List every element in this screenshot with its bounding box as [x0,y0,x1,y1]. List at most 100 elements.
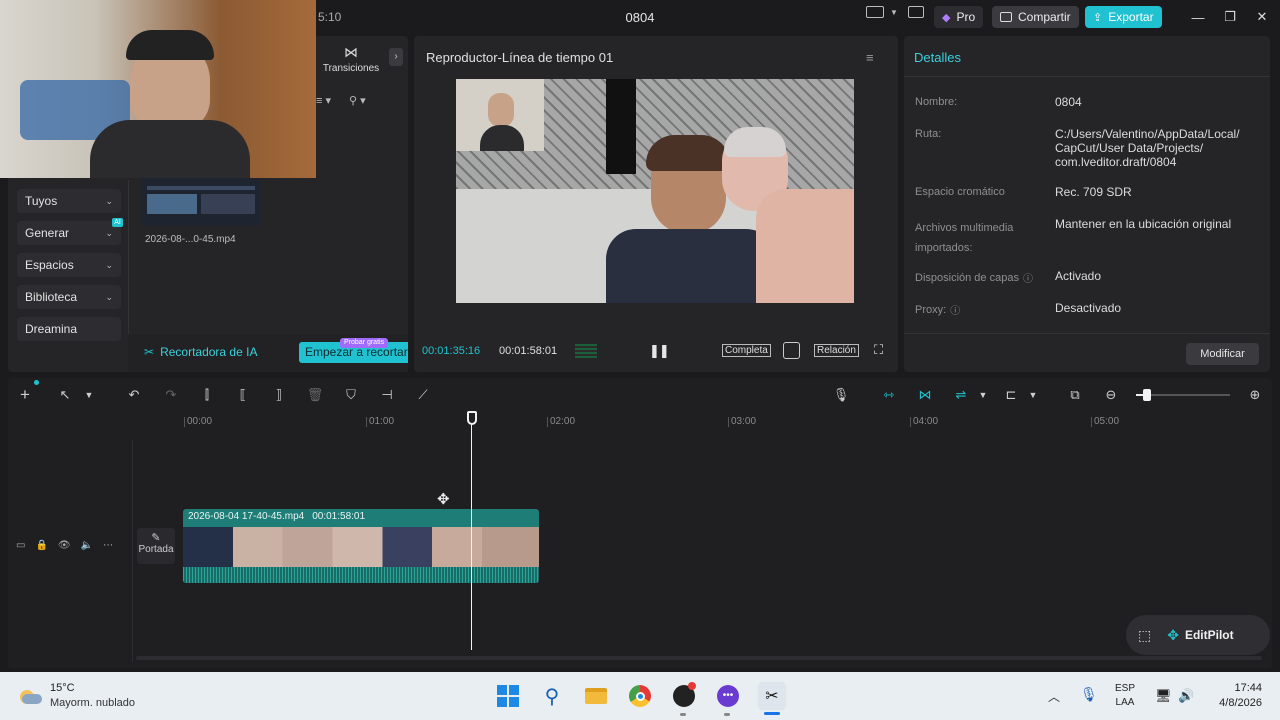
clock[interactable]: 17:44 4/8/2026 [1212,682,1262,709]
info-icon[interactable]: ⓘ [1023,270,1033,285]
chevron-down-icon[interactable]: ▼ [974,386,992,404]
export-button[interactable]: ⇪ Exportar [1085,6,1162,28]
split-right-icon[interactable]: ⟧ [270,386,288,404]
undo-icon[interactable]: ↶ [125,386,143,404]
sidebar-item-espacios[interactable]: Espacios ⌄ [17,253,121,277]
playhead-line[interactable] [471,424,472,650]
move-cursor-icon: ✥ [437,491,450,508]
select-cursor-icon[interactable]: ↖ [56,386,74,404]
filter-icon[interactable]: ⚲ ▾ [349,94,366,107]
search-icon[interactable]: ⚲ [538,682,566,710]
ruler-tick: 01:00 [365,416,395,427]
media-clip-thumbnail[interactable] [141,178,261,226]
fullscreen-icon[interactable]: ⛶ [874,342,883,358]
main-track-magnet-icon[interactable]: ⇿ [880,386,898,404]
language-indicator[interactable]: ESP LAA [1115,683,1135,708]
split-left-icon[interactable]: ⟦ [234,386,252,404]
magic-wand-icon[interactable]: ⟋ [414,386,432,404]
pro-button[interactable]: ◆ Pro [934,6,984,28]
upload-icon: ⇪ [1093,11,1103,24]
speaker-icon[interactable]: 🔈 [81,540,93,551]
lock-icon[interactable]: 🔒 [35,540,47,551]
add-track-icon[interactable]: + [16,385,34,404]
modify-button[interactable]: Modificar [1186,343,1259,365]
chevron-up-icon[interactable]: ︿ [1048,688,1060,705]
chevron-down-icon[interactable]: ▼ [890,8,898,17]
sidebar-item-dreamina[interactable]: Dreamina [17,317,121,341]
sidebar-item-label: Tuyos [25,194,58,208]
share-button[interactable]: Compartir [992,6,1079,28]
player-menu-icon[interactable]: ≡ [866,50,874,65]
track-cover-icon[interactable]: ▭ [16,540,25,551]
eye-icon[interactable]: 👁 [58,540,71,551]
screen-icon[interactable]: ⧉ [1066,386,1084,404]
tabs-scroll-right-icon[interactable]: › [389,48,403,66]
audio-meter-icon [575,344,597,358]
minimize-button[interactable]: — [1182,6,1214,28]
shortcuts-icon[interactable] [907,6,924,18]
chevron-down-icon[interactable]: ▼ [1024,386,1042,404]
editpilot-icon: ✥ [1167,626,1179,643]
microphone-tray-icon[interactable]: 🎙 [1080,686,1098,703]
file-explorer-icon[interactable] [582,682,610,710]
volume-icon[interactable]: 🔊 [1178,688,1194,704]
ratio-button[interactable]: Relación [814,344,859,357]
playhead-handle[interactable] [467,411,477,425]
detail-value-name: 0804 [1055,95,1082,109]
layout-icon[interactable] [866,6,884,18]
full-quality-button[interactable]: Completa [722,344,771,357]
windows-start-icon[interactable] [494,682,522,710]
close-window-button[interactable]: ✕ [1246,6,1278,28]
transitions-label: Transiciones [322,63,380,74]
auto-snap-icon[interactable]: ⋈ [916,386,934,404]
zoom-in-icon[interactable]: ⊕ [1246,386,1264,404]
chrome-icon[interactable] [626,682,654,710]
share-label: Compartir [1018,10,1071,24]
detail-value-layers: Activado [1055,269,1102,283]
zoom-out-icon[interactable]: ⊖ [1102,386,1120,404]
chat-app-icon[interactable]: ••• [714,682,742,710]
chevron-down-icon[interactable]: ▼ [80,386,98,404]
preview-axis-icon[interactable]: ⊏ [1002,386,1020,404]
detail-key-layers: Disposición de capas [915,271,1019,284]
ai-cutter-link[interactable]: ✂ Recortadora de IA [144,345,257,359]
timeline-clip[interactable]: 2026-08-04 17-40-45.mp4 00:01:58:01 [183,509,539,583]
timeline-scrollbar[interactable] [136,656,1262,660]
freeze-frame-icon[interactable]: ⊣ [378,386,396,404]
sort-icon[interactable]: ≡ ▾ [316,94,331,107]
ai-cutter-label: Recortadora de IA [160,345,258,359]
detail-key-colorspace: Espacio cromático [915,186,1005,198]
weather-description[interactable]: Mayorm. nublado [50,697,135,709]
sidebar-item-tuyos[interactable]: Tuyos ⌄ [17,189,121,213]
redo-icon[interactable]: ↷ [162,386,180,404]
network-icon[interactable]: 🖥 [1155,688,1172,704]
clip-label: 2026-08-04 17-40-45.mp4 [188,511,305,522]
obs-icon[interactable] [670,682,698,710]
pause-icon[interactable]: ❚❚ [649,343,670,359]
split-icon[interactable]: ⫿ [198,386,216,404]
sidebar-item-biblioteca[interactable]: Biblioteca ⌄ [17,285,121,309]
details-divider [904,76,1270,77]
sidebar-item-label: Dreamina [25,322,78,336]
maximize-button[interactable]: ❐ [1214,6,1246,28]
sidebar-item-generar[interactable]: Generar ⌄ [17,221,121,245]
export-label: Exportar [1108,10,1154,24]
more-icon[interactable]: ⋯ [103,540,113,551]
video-preview[interactable] [456,79,854,303]
zoom-slider-handle[interactable] [1143,389,1151,401]
ai-badge: AI [112,218,123,227]
microphone-icon[interactable]: 🎙 [832,386,850,404]
shield-icon[interactable]: ⛉ [342,386,360,404]
select-area-icon[interactable]: ⬚ [1138,627,1151,644]
clip-waveform [183,567,539,583]
linkage-icon[interactable]: ⇌ [952,386,970,404]
capcut-icon[interactable]: ✂ [758,682,786,710]
editpilot-widget[interactable]: ⬚ ✥ EditPilot [1126,615,1270,655]
cover-button[interactable]: ✎ Portada [137,528,175,564]
detail-value-colorspace: Rec. 709 SDR [1055,185,1132,199]
zoom-preview-icon[interactable] [783,342,800,359]
info-icon[interactable]: ⓘ [950,302,960,317]
delete-icon[interactable]: 🗑 [306,386,324,404]
chevron-down-icon: ⌄ [105,227,113,238]
transitions-tab[interactable]: ⋈ Transiciones [316,44,386,74]
